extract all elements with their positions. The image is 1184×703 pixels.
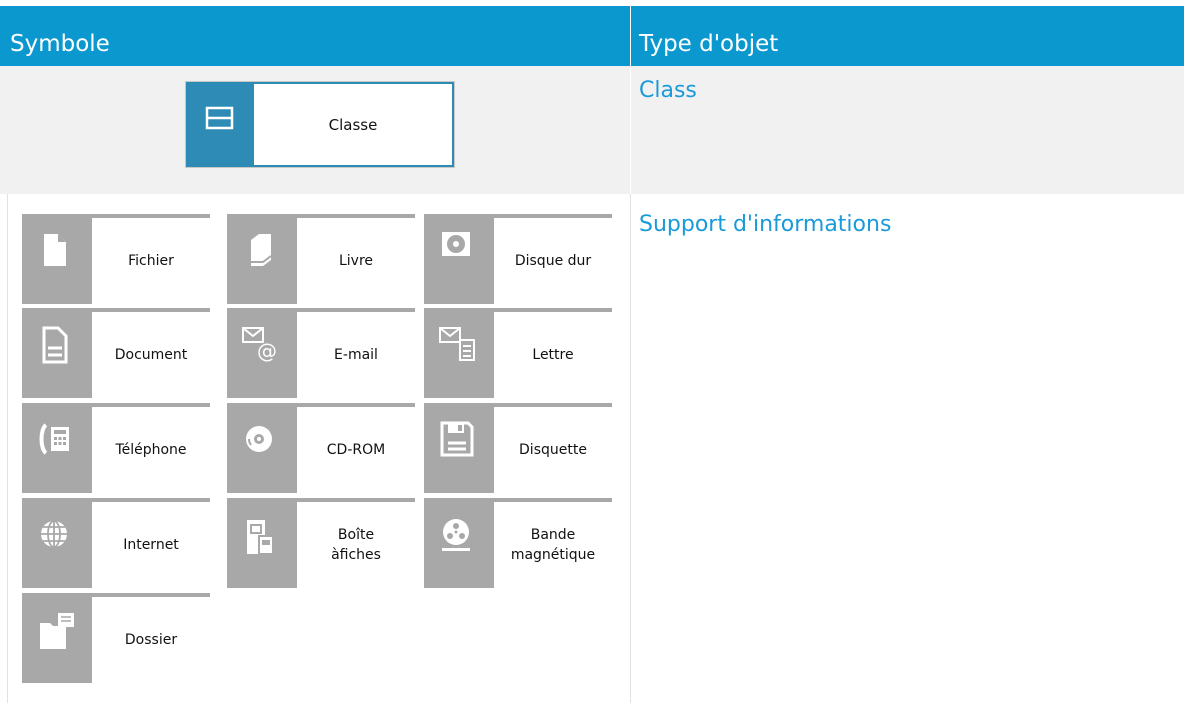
symbol-email: @ E-mail [227, 308, 415, 398]
symbol-label: Internet [92, 502, 210, 588]
floppy-disk-icon [424, 403, 494, 493]
document-icon [22, 308, 92, 398]
header-symbol: Symbole [10, 31, 110, 57]
column-divider [630, 194, 631, 703]
book-icon [227, 214, 297, 304]
symbol-floppy: Disquette [424, 403, 612, 493]
hard-disk-icon [424, 214, 494, 304]
symbol-label: E-mail [297, 312, 415, 398]
symbol-letter: Lettre [424, 308, 612, 398]
column-divider [630, 66, 631, 194]
symbol-card-box: Boîte àfiches [227, 498, 415, 588]
table-header: Symbole Type d'objet [0, 6, 1184, 66]
left-border [7, 194, 8, 703]
table-row-information-carrier: Fichier Livre Disque dur Document @ E-ma… [0, 194, 1184, 703]
email-icon: @ [227, 308, 297, 398]
symbol-telephone: Téléphone [22, 403, 210, 493]
symbol-label: Téléphone [92, 407, 210, 493]
folder-icon [22, 593, 92, 683]
symbol-folder: Dossier [22, 593, 210, 683]
information-carrier-type-link[interactable]: Support d'informations [639, 212, 891, 237]
symbol-book: Livre [227, 214, 415, 304]
symbol-label: Boîte àfiches [297, 502, 415, 588]
globe-icon [22, 498, 92, 588]
symbol-label: Lettre [494, 312, 612, 398]
symbol-magnetic-tape: Bande magnétique [424, 498, 612, 588]
table-row-class: Classe Class [0, 66, 1184, 194]
header-object-type: Type d'objet [639, 31, 779, 57]
class-symbol: Classe [185, 81, 455, 168]
svg-text:@: @ [257, 339, 277, 363]
symbol-label: CD-ROM [297, 407, 415, 493]
symbol-label: Livre [297, 218, 415, 304]
header-divider [630, 6, 631, 66]
symbol-file: Fichier [22, 214, 210, 304]
class-icon [186, 82, 254, 167]
class-symbol-label: Classe [254, 84, 452, 165]
object-type-table: Symbole Type d'objet Classe Class Fichie… [0, 0, 1184, 703]
telephone-icon [22, 403, 92, 493]
symbol-document: Document [22, 308, 210, 398]
file-icon [22, 214, 92, 304]
magnetic-tape-icon [424, 498, 494, 588]
cd-rom-icon [227, 403, 297, 493]
letter-icon [424, 308, 494, 398]
symbol-label: Dossier [92, 597, 210, 683]
symbol-label: Fichier [92, 218, 210, 304]
symbol-label: Disquette [494, 407, 612, 493]
class-type-link[interactable]: Class [639, 78, 697, 103]
symbol-label: Document [92, 312, 210, 398]
symbol-cd-rom: CD-ROM [227, 403, 415, 493]
symbol-label: Bande magnétique [494, 502, 612, 588]
symbol-label: Disque dur [494, 218, 612, 304]
card-box-icon [227, 498, 297, 588]
symbol-internet: Internet [22, 498, 210, 588]
symbol-hard-disk: Disque dur [424, 214, 612, 304]
